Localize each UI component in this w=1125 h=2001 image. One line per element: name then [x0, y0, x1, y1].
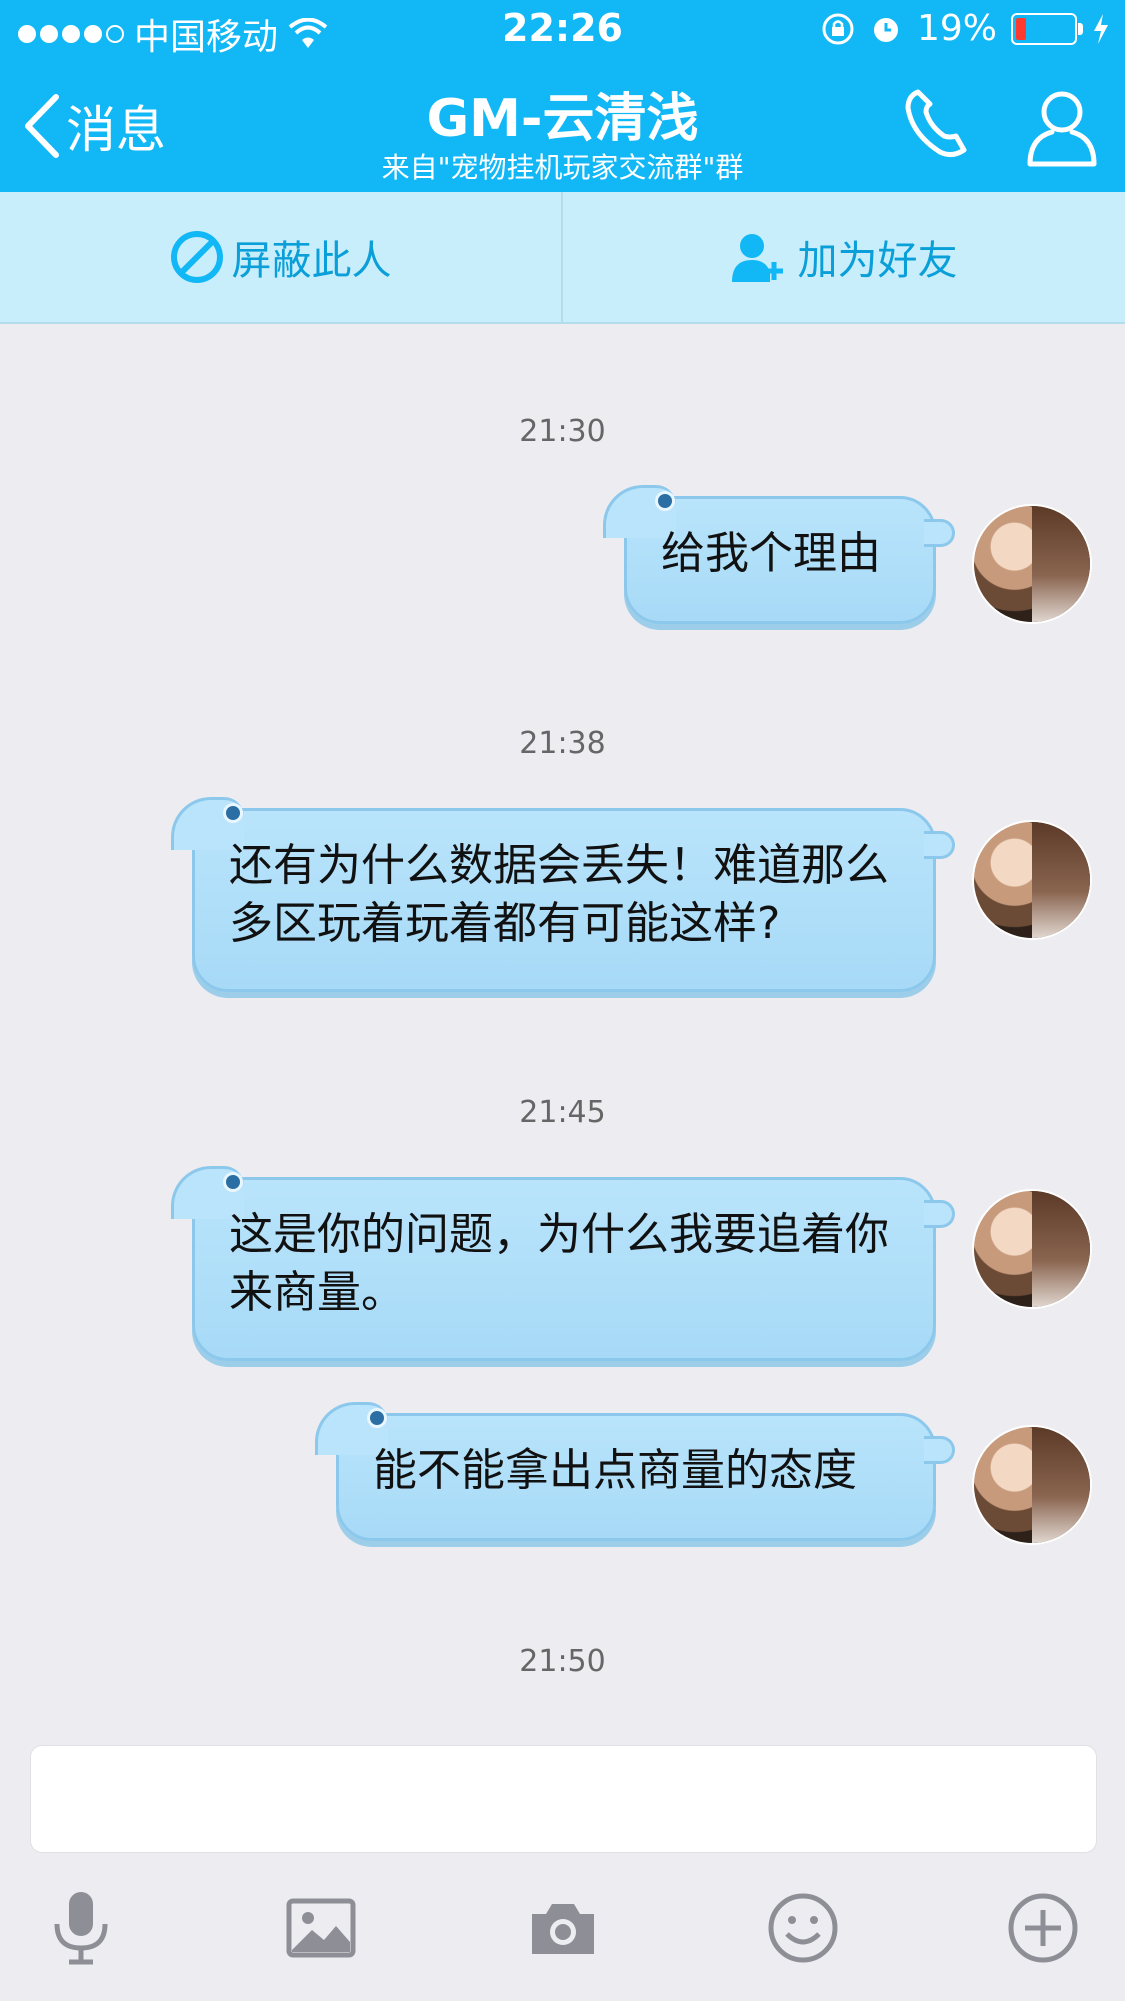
alarm-icon	[873, 17, 898, 42]
message-bubble[interactable]: 能不能拿出点商量的态度	[315, 1402, 955, 1541]
message-bubble[interactable]: 给我个理由	[603, 485, 955, 624]
voice-button[interactable]	[41, 1888, 121, 1968]
message-bubble[interactable]: 还有为什么数据会丢失！难道那么多区玩着玩着都有可能这样?	[171, 797, 955, 992]
add-friend-label: 加为好友	[797, 238, 958, 284]
nav-bar: 消息 GM-云清浅 来自"宠物挂机玩家交流群"群	[0, 62, 1125, 192]
message-text: 给我个理由	[661, 528, 881, 579]
input-toolbar	[0, 1860, 1125, 2001]
block-label: 屏蔽此人	[231, 238, 392, 284]
message-timestamp: 21:45	[519, 1095, 606, 1130]
add-user-icon	[731, 234, 783, 282]
avatar[interactable]	[972, 820, 1092, 940]
plus-icon	[1008, 1893, 1078, 1963]
battery-icon	[1011, 12, 1083, 45]
microphone-icon	[54, 1892, 108, 1965]
profile-icon[interactable]	[1024, 86, 1100, 168]
charging-icon	[1094, 13, 1108, 44]
camera-icon	[532, 1904, 594, 1954]
phone-icon[interactable]	[900, 86, 976, 162]
camera-button[interactable]	[523, 1888, 603, 1968]
message-timestamp: 21:38	[519, 726, 606, 761]
message-text: 还有为什么数据会丢失！难道那么多区玩着玩着都有可能这样?	[229, 840, 889, 949]
message-text: 能不能拿出点商量的态度	[373, 1445, 857, 1496]
message-timestamp: 21:50	[519, 1644, 606, 1679]
emoji-icon	[768, 1893, 838, 1963]
more-button[interactable]	[1003, 1888, 1083, 1968]
avatar[interactable]	[972, 504, 1092, 624]
status-bar: 中国移动 22:26 19%	[0, 0, 1125, 62]
message-input[interactable]	[30, 1745, 1097, 1853]
block-user-button[interactable]: 屏蔽此人	[0, 192, 561, 322]
message-text: 这是你的问题，为什么我要追着你来商量。	[229, 1209, 889, 1318]
message-bubble[interactable]: 这是你的问题，为什么我要追着你来商量。	[171, 1166, 955, 1361]
block-icon	[170, 231, 223, 283]
photo-button[interactable]	[281, 1888, 361, 1968]
rotation-lock-icon	[822, 13, 854, 44]
avatar[interactable]	[972, 1425, 1092, 1545]
action-bar: 屏蔽此人 加为好友	[0, 192, 1125, 324]
image-icon	[286, 1898, 356, 1958]
battery-percent: 19%	[916, 8, 997, 49]
avatar[interactable]	[972, 1189, 1092, 1309]
add-friend-button[interactable]: 加为好友	[563, 192, 1124, 322]
emoji-button[interactable]	[763, 1888, 843, 1968]
message-timestamp: 21:30	[519, 414, 606, 449]
status-right: 19%	[821, 8, 1111, 49]
